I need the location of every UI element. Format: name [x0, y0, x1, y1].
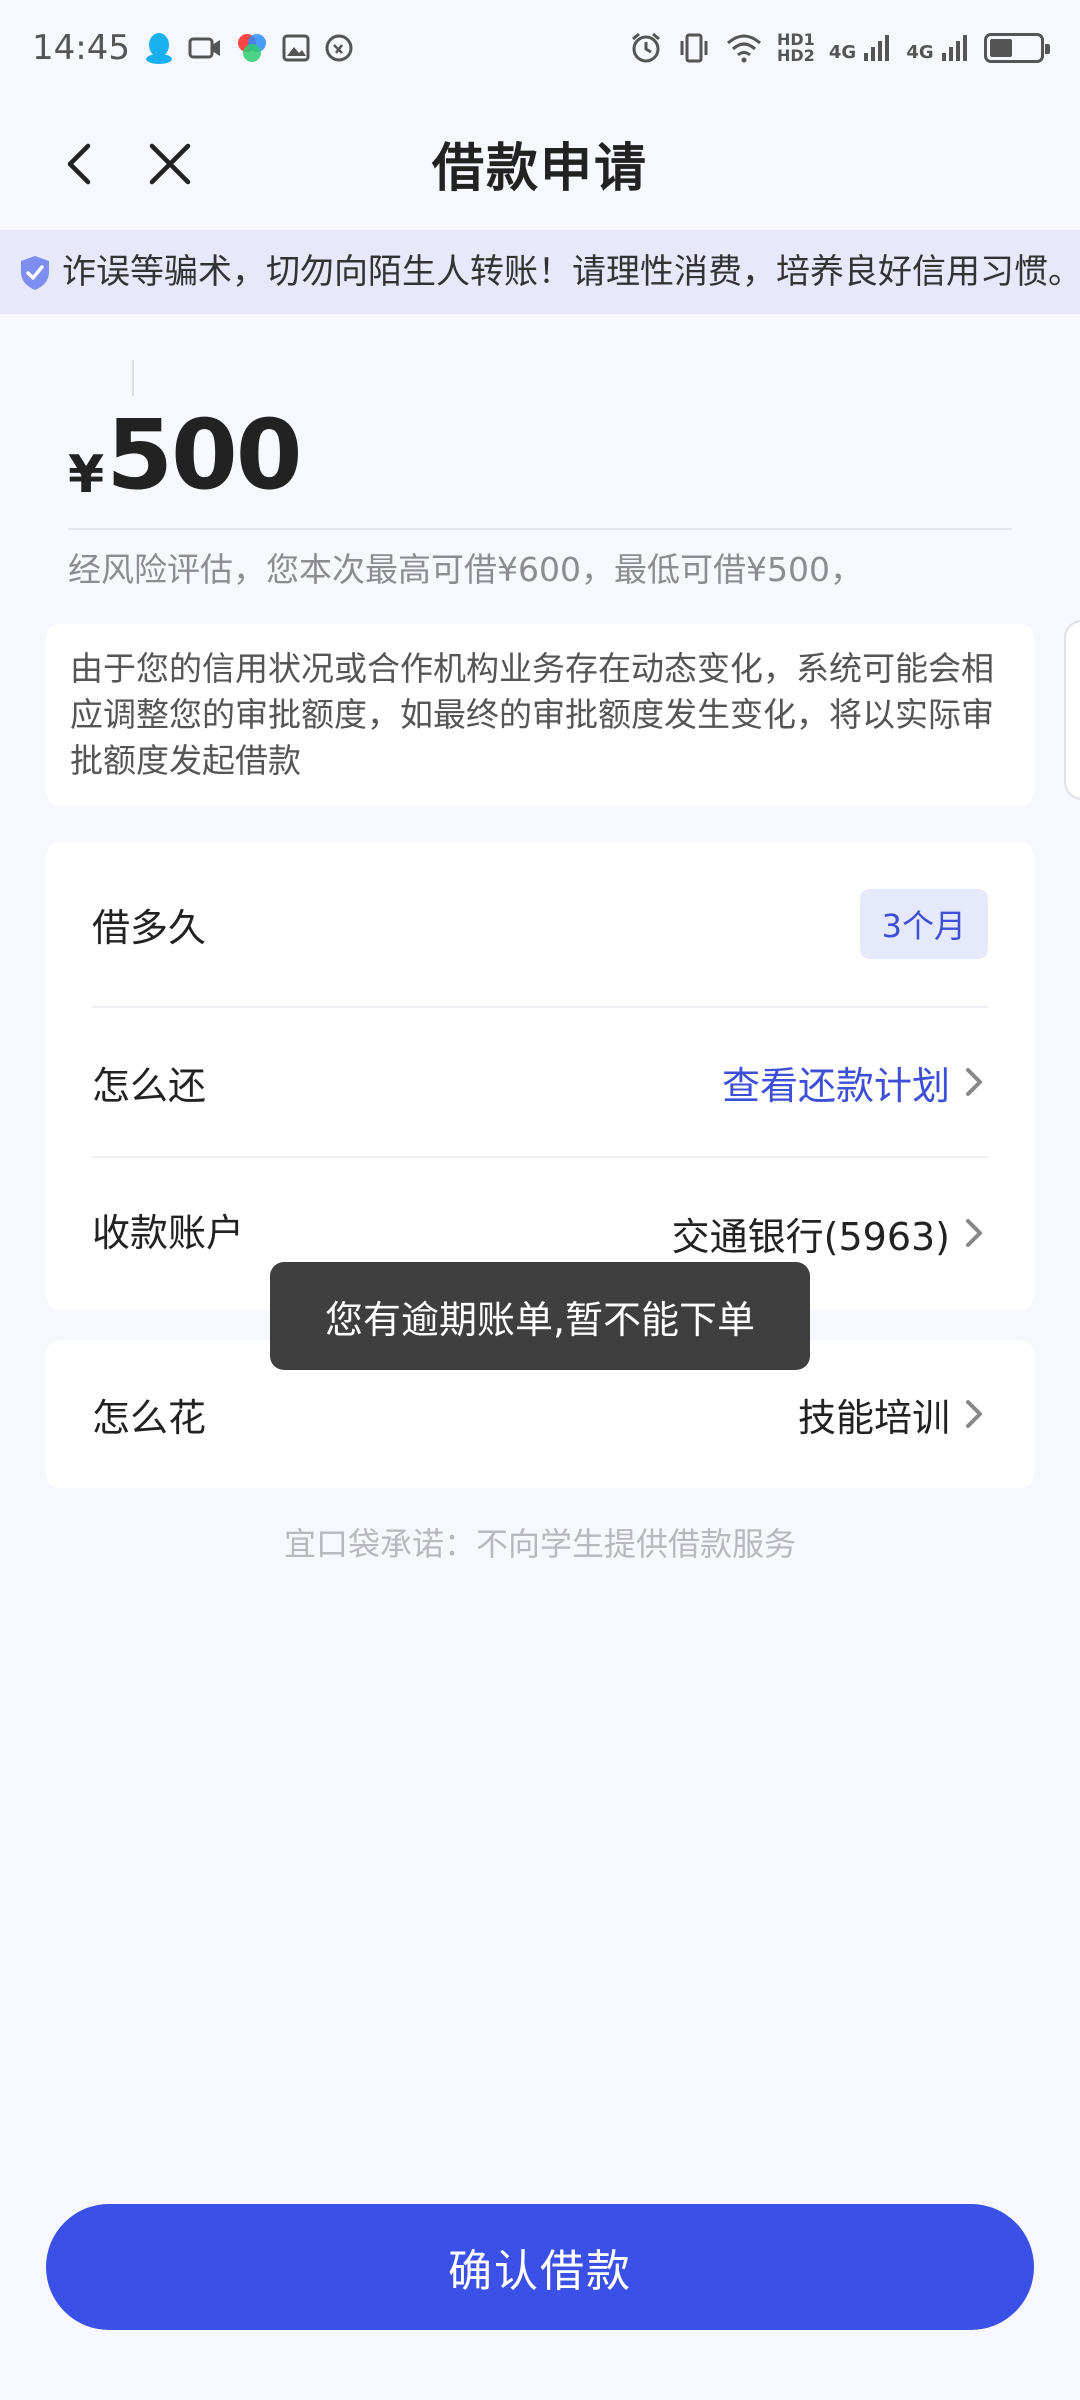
- network-type-1: 4G: [828, 42, 857, 63]
- amount-input[interactable]: ¥ 500: [68, 399, 303, 511]
- duration-row[interactable]: 借多久 3个月: [92, 842, 988, 1006]
- video-icon: [188, 35, 222, 61]
- toast-message: 您有逾期账单,暂不能下单: [270, 1262, 810, 1370]
- chevron-right-icon: [966, 1219, 982, 1247]
- signal-1: 4G: [829, 33, 893, 63]
- nav-bar: 借款申请: [0, 96, 1080, 230]
- alarm-icon: [629, 31, 663, 65]
- shield-check-icon: [21, 256, 49, 290]
- usage-value[interactable]: 技能培训: [798, 1387, 988, 1442]
- status-right: HD1 HD2 4G 4G: [629, 31, 1050, 65]
- gallery-icon: [282, 34, 310, 62]
- notice-text: 诈误等骗术，切勿向陌生人转账！请理性消费，培养良好信用习惯。: [62, 252, 1080, 292]
- signal-bars-1-icon: [864, 35, 890, 61]
- amount-hint: 经风险评估，您本次最高可借¥600，最低可借¥500，: [68, 550, 863, 589]
- chevron-right-icon: [966, 1068, 982, 1096]
- info-text: 由于您的信用状况或合作机构业务存在动态变化，系统可能会相应调整您的审批额度，如最…: [70, 649, 994, 780]
- duration-label: 借多久: [92, 905, 207, 950]
- hd-indicator: HD1 HD2: [777, 32, 815, 64]
- confirm-loan-button[interactable]: 确认借款: [46, 2204, 1034, 2330]
- promise-text: 宜口袋承诺：不向学生提供借款服务: [283, 1525, 796, 1563]
- qq-icon: [144, 31, 174, 65]
- account-value[interactable]: 交通银行(5963): [672, 1206, 988, 1261]
- back-arrow-icon[interactable]: [52, 136, 108, 192]
- account-label: 收款账户: [92, 1210, 245, 1255]
- info-card: 由于您的信用状况或合作机构业务存在动态变化，系统可能会相应调整您的审批额度，如最…: [46, 624, 1034, 806]
- close-icon[interactable]: [142, 136, 198, 192]
- usage-label: 怎么花: [92, 1395, 207, 1440]
- repay-label: 怎么还: [92, 1063, 207, 1108]
- currency-symbol: ¥: [68, 445, 105, 505]
- status-left: 14:45: [32, 28, 354, 68]
- repay-value[interactable]: 查看还款计划: [722, 1055, 988, 1110]
- repay-plan-link[interactable]: 查看还款计划: [722, 1055, 950, 1110]
- network-type-2: 4G: [906, 42, 934, 63]
- usage-text: 技能培训: [797, 1395, 950, 1440]
- amount-underline: [68, 528, 1012, 530]
- page-title: 借款申请: [431, 138, 648, 199]
- wifi-icon: [725, 33, 763, 63]
- notice-banner: 诈误等骗术，切勿向陌生人转账！请理性消费，培养良好信用习惯。: [0, 230, 1080, 314]
- hd-bottom: HD2: [777, 46, 815, 65]
- floating-side-tab[interactable]: [1064, 620, 1080, 800]
- battery-icon: [984, 33, 1050, 63]
- account-bank: 交通银行(5963): [671, 1214, 950, 1259]
- vibrate-icon: [677, 31, 711, 65]
- status-bar: 14:45 HD1 HD2 4G 4G: [0, 0, 1080, 96]
- duration-tag[interactable]: 3个月: [859, 889, 988, 959]
- signal-2: 4G: [906, 33, 970, 63]
- battery-fill: [990, 39, 1012, 57]
- amount-value: 500: [106, 399, 302, 511]
- status-time: 14:45: [32, 28, 130, 68]
- loan-options-card: 借多久 3个月 怎么还 查看还款计划 收款账户 交通银行(5963): [46, 842, 1034, 1310]
- repay-row[interactable]: 怎么还 查看还款计划: [92, 1008, 988, 1156]
- chevron-right-icon: [966, 1400, 982, 1428]
- signal-bars-2-icon: [942, 35, 967, 61]
- bicycle-icon: [324, 33, 354, 63]
- input-cursor: [132, 360, 134, 396]
- app-colorful-icon: [236, 32, 268, 64]
